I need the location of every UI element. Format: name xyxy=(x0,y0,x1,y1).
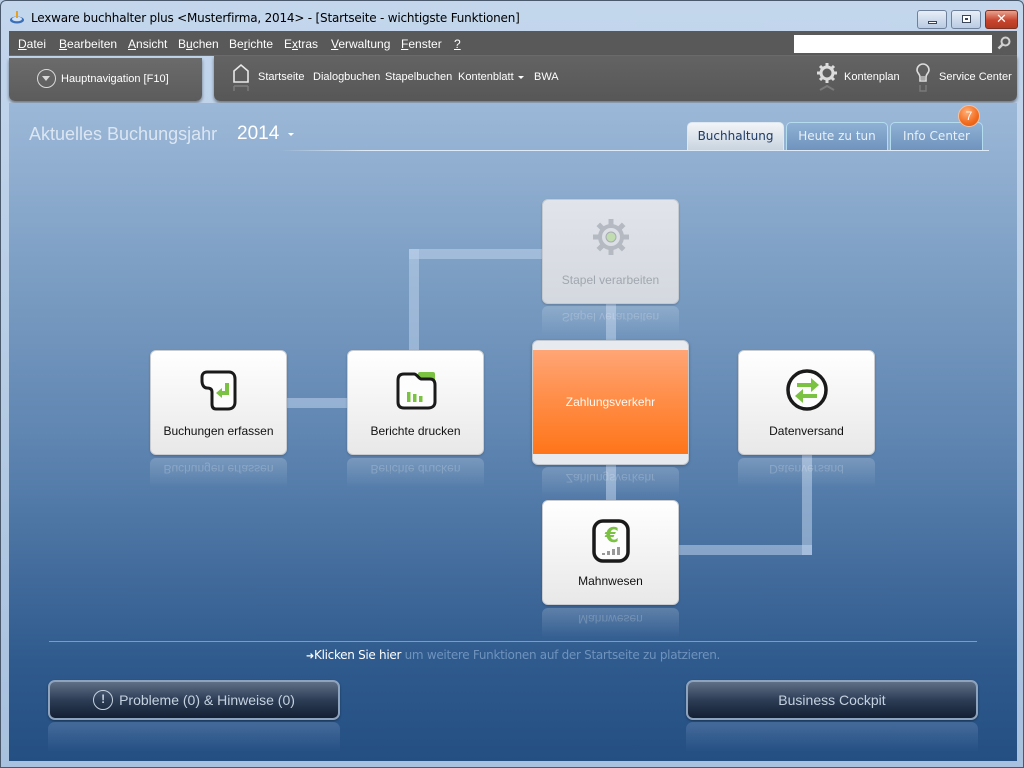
connector-line xyxy=(679,545,812,555)
report-chart-icon xyxy=(396,372,437,410)
start-page: Aktuelles Buchungsjahr 2014 Buchhaltung … xyxy=(9,103,1017,761)
tile-label: Zahlungsverkehr xyxy=(565,395,656,409)
menu-buchen[interactable]: Buchen xyxy=(178,37,219,51)
notification-badge: 7 xyxy=(958,105,980,127)
menu-verwaltung[interactable]: Verwaltung xyxy=(331,37,390,51)
hint-text: um weitere Funktionen auf der Startseite… xyxy=(401,648,721,662)
svg-text:€: € xyxy=(604,523,619,547)
home-icon[interactable] xyxy=(232,62,250,96)
problems-label: Probleme (0) & Hinweise (0) xyxy=(119,692,295,708)
menu-ansicht[interactable]: Ansicht xyxy=(128,37,167,51)
chevron-down-icon xyxy=(37,69,56,88)
tile-buchungen-erfassen[interactable]: Buchungen erfassen xyxy=(150,350,287,455)
customize-hint: ➜Klicken Sie hier um weitere Funktionen … xyxy=(9,648,1017,662)
tile-reflection: Buchungen erfassen xyxy=(150,458,287,488)
tile-label: Berichte drucken xyxy=(370,424,461,438)
gear-icon[interactable] xyxy=(816,62,838,96)
arrow-right-icon: ➜ xyxy=(305,651,315,662)
business-cockpit-button[interactable]: Business Cockpit xyxy=(686,680,978,720)
header-divider xyxy=(279,150,989,151)
tile-berichte-drucken[interactable]: Berichte drucken xyxy=(347,350,484,455)
gear-icon xyxy=(593,219,629,255)
problems-hints-button[interactable]: ! Probleme (0) & Hinweise (0) xyxy=(48,680,340,720)
nav-bwa[interactable]: BWA xyxy=(534,71,559,83)
nav-dialogbuchen[interactable]: Dialogbuchen xyxy=(313,71,380,83)
booking-entry-icon xyxy=(200,370,237,411)
close-button[interactable]: ✕ xyxy=(985,10,1018,29)
main-navigation-button[interactable]: Hauptnavigation [F10] xyxy=(9,58,202,101)
euro-reminder-icon: € xyxy=(592,519,630,563)
app-icon xyxy=(10,11,24,24)
search-icon[interactable] xyxy=(996,35,1012,51)
fiscal-year-label: Aktuelles Buchungsjahr xyxy=(29,124,218,144)
transfer-arrows-icon xyxy=(786,369,828,411)
minimize-button[interactable] xyxy=(917,10,947,29)
button-reflection xyxy=(686,722,978,752)
main-navigation-label: Hauptnavigation [F10] xyxy=(61,73,169,85)
nav-kontenblatt[interactable]: Kontenblatt xyxy=(458,71,524,83)
bottom-divider xyxy=(49,641,977,642)
connector-line xyxy=(287,398,349,408)
menu-bar: Datei Bearbeiten Ansicht Buchen Berichte… xyxy=(9,31,1017,56)
tile-label: Datenversand xyxy=(769,424,844,438)
tile-label: Mahnwesen xyxy=(578,574,643,588)
menu-fenster[interactable]: Fenster xyxy=(401,37,442,51)
tile-stapel-verarbeiten: Stapel verarbeiten xyxy=(542,199,679,304)
tile-label: Stapel verarbeiten xyxy=(561,273,660,287)
tile-reflection: Zahlungsverkehr xyxy=(542,467,679,497)
app-window: Lexware buchhalter plus <Musterfirma, 20… xyxy=(0,0,1024,768)
fiscal-year-caret-icon[interactable] xyxy=(288,133,294,136)
tab-heute-zu-tun[interactable]: Heute zu tun xyxy=(786,122,888,150)
menu-extras[interactable]: Extras xyxy=(284,37,318,51)
menu-help[interactable]: ? xyxy=(454,37,461,51)
menu-datei[interactable]: Datei xyxy=(18,37,46,51)
search-input[interactable] xyxy=(794,35,992,53)
connector-line xyxy=(409,249,543,259)
minimize-icon xyxy=(928,21,937,24)
tile-zahlungsverkehr[interactable]: Zahlungsverkehr xyxy=(532,340,689,465)
window-title: Lexware buchhalter plus <Musterfirma, 20… xyxy=(31,11,520,25)
customize-link[interactable]: Klicken Sie hier xyxy=(314,648,401,662)
maximize-button[interactable] xyxy=(951,10,981,29)
button-reflection xyxy=(48,722,340,752)
tile-datenversand[interactable]: Datenversand xyxy=(738,350,875,455)
menu-bearbeiten[interactable]: Bearbeiten xyxy=(59,37,117,51)
cockpit-label: Business Cockpit xyxy=(778,692,886,708)
tab-buchhaltung[interactable]: Buchhaltung xyxy=(687,122,784,150)
lightbulb-icon[interactable] xyxy=(914,62,932,96)
tile-reflection: Datenversand xyxy=(738,458,875,488)
tile-reflection: Stapel verarbeiten xyxy=(542,306,679,336)
navigation-row: Hauptnavigation [F10] Startseite Dialogb… xyxy=(9,56,1017,103)
exclamation-icon: ! xyxy=(93,689,114,710)
fiscal-year-selector[interactable]: 2014 xyxy=(237,123,279,145)
close-icon: ✕ xyxy=(996,12,1007,27)
tile-label: Buchungen erfassen xyxy=(163,424,274,438)
connector-line xyxy=(409,249,419,351)
title-bar[interactable]: Lexware buchhalter plus <Musterfirma, 20… xyxy=(1,1,1023,31)
menu-berichte[interactable]: Berichte xyxy=(229,37,273,51)
nav-kontenplan[interactable]: Kontenplan xyxy=(844,71,900,83)
nav-startseite[interactable]: Startseite xyxy=(258,71,304,83)
quick-navigation: Startseite Dialogbuchen Stapelbuchen Kon… xyxy=(214,56,1017,101)
nav-stapelbuchen[interactable]: Stapelbuchen xyxy=(385,71,452,83)
nav-service-center[interactable]: Service Center xyxy=(939,71,1012,83)
dropdown-caret-icon xyxy=(517,75,524,79)
tile-reflection: Mahnwesen xyxy=(542,608,679,638)
maximize-icon xyxy=(962,15,971,23)
tile-mahnwesen[interactable]: € Mahnwesen xyxy=(542,500,679,605)
tile-reflection: Berichte drucken xyxy=(347,458,484,488)
